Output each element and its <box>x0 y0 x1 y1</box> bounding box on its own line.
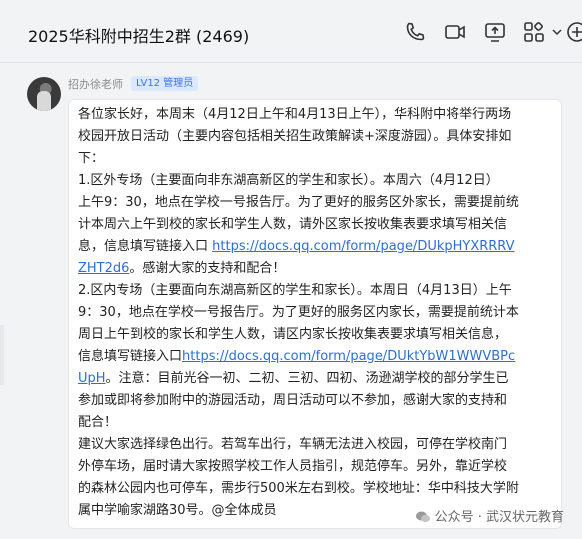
watermark-text: 公众号 · 武汉状元教育 <box>434 509 564 525</box>
chat-title: 2025华科附中招生2群 (2469) <box>28 27 250 46</box>
message-text-segment: 。注意：目前光谷一初、二初、三初、四初、汤逊湖学校的部分学生已 <box>105 371 509 386</box>
apps-icon[interactable] <box>522 20 546 44</box>
message-line: 的森林公园内也可停车，需步行500米左右到校。学校地址：华中科技大学附 <box>78 478 551 500</box>
message-line: 上午9：30，地点在学校一号报告厅。为了更好的服务区外家长，需要提前统 <box>78 192 551 214</box>
message-line: 信息填写链接入口https://docs.qq.com/form/page/DU… <box>78 346 551 368</box>
message-text-segment: 计本周六上午到校的家长和学生人数，请外区家长按收集表要求填写相关信 <box>78 217 508 232</box>
message-text-segment: 各位家长好，本周末（4月12日上午和4月13日上午），华科附中将举行两场 <box>78 107 512 122</box>
wechat-icon <box>415 509 431 525</box>
message-text-segment: 建议大家选择绿色出行。若驾车出行，车辆无法进入校园，可停在学校南门 <box>78 437 508 452</box>
message-line: 计本周六上午到校的家长和学生人数，请外区家长按收集表要求填写相关信 <box>78 214 551 236</box>
message-line: 建议大家选择绿色出行。若驾车出行，车辆无法进入校园，可停在学校南门 <box>78 434 551 456</box>
message-text-segment: 上午9：30，地点在学校一号报告厅。为了更好的服务区外家长，需要提前统 <box>78 195 519 210</box>
message-line: UpH。注意：目前光谷一初、二初、三初、四初、汤逊湖学校的部分学生已 <box>78 368 551 390</box>
chat-header: 2025华科附中招生2群 (2469) <box>0 0 582 63</box>
message-text-segment: 属中学喻家湖路30号。@全体成员 <box>78 503 277 518</box>
avatar[interactable] <box>27 77 61 111</box>
message-bubble: 各位家长好，本周末（4月12日上午和4月13日上午），华科附中将举行两场 校园开放… <box>68 99 562 529</box>
form-link[interactable]: ZHT2d6 <box>78 261 129 276</box>
message-text-segment: 下： <box>78 151 105 166</box>
video-icon[interactable] <box>443 20 467 44</box>
role-badge: LV12 管理员 <box>131 76 199 91</box>
message-text-segment: 信息填写链接入口 <box>78 349 183 364</box>
sender-name[interactable]: 招办徐老师 <box>68 76 123 92</box>
form-link[interactable]: UpH <box>78 371 106 386</box>
message-text-segment: 参加或即将参加附中的游园活动，周日活动可以不参加，感谢大家的支持和 <box>78 393 508 408</box>
message-text-segment: 息，信息填写链接入口 <box>78 239 213 254</box>
message-line: 配合！ <box>78 412 551 434</box>
chevron-down-icon[interactable] <box>545 20 562 44</box>
message-text-segment: 周日上午到校的家长和学生人数，请区内家长按收集表要求填写相关信息， <box>78 327 508 342</box>
chat-area: 招办徐老师 LV12 管理员 各位家长好，本周末（4月12日上午和4月13日上午… <box>0 63 582 539</box>
message-line: 9：30，地点在学校一号报告厅。为了更好的服务区内家长，需要提前统计本 <box>78 302 551 324</box>
message-text-segment: 的森林公园内也可停车，需步行500米左右到校。学校地址：华中科技大学附 <box>78 481 519 496</box>
message-text-segment: 1.区外专场（主要面向非东湖高新区的学生和家长）。本周六（4月12日） <box>78 173 499 188</box>
message-text-segment: 2.区内专场（主要面向东湖高新区的学生和家长）。本周日（4月13日）上午 <box>78 283 512 298</box>
message-text-segment: 9：30，地点在学校一号报告厅。为了更好的服务区内家长，需要提前统计本 <box>78 305 519 320</box>
screen-share-icon[interactable] <box>483 20 507 44</box>
message-text-segment: 配合！ <box>78 415 118 430</box>
message-line: 各位家长好，本周末（4月12日上午和4月13日上午），华科附中将举行两场 <box>78 104 551 126</box>
form-link[interactable]: https://docs.qq.com/form/page/DUkpHYXRRR… <box>212 239 514 254</box>
message-text-segment: 。感谢大家的支持和配合！ <box>129 261 286 276</box>
message-line: 外停车场，届时请大家按照学校工作人员指引，规范停车。另外，靠近学校 <box>78 456 551 478</box>
message-text: 各位家长好，本周末（4月12日上午和4月13日上午），华科附中将举行两场 校园开放… <box>78 104 551 522</box>
message-line: ZHT2d6。感谢大家的支持和配合！ <box>78 258 551 280</box>
message-line: 参加或即将参加附中的游园活动，周日活动可以不参加，感谢大家的支持和 <box>78 390 551 412</box>
add-icon[interactable] <box>565 20 582 44</box>
phone-icon[interactable] <box>403 20 427 44</box>
message-line: 周日上午到校的家长和学生人数，请区内家长按收集表要求填写相关信息， <box>78 324 551 346</box>
message-line: 1.区外专场（主要面向非东湖高新区的学生和家长）。本周六（4月12日） <box>78 170 551 192</box>
message-line: 息，信息填写链接入口 https://docs.qq.com/form/page… <box>78 236 551 258</box>
message-line: 下： <box>78 148 551 170</box>
form-link[interactable]: https://docs.qq.com/form/page/DUktYbW1WW… <box>182 349 515 364</box>
message-text-segment: 校园开放日活动（主要内容包括相关招生政策解读+深度游园）。具体安排如 <box>78 129 512 144</box>
message-text-segment: 外停车场，届时请大家按照学校工作人员指引，规范停车。另外，靠近学校 <box>78 459 508 474</box>
message-line: 校园开放日活动（主要内容包括相关招生政策解读+深度游园）。具体安排如 <box>78 126 551 148</box>
watermark: 公众号 · 武汉状元教育 <box>415 506 564 526</box>
message-line: 2.区内专场（主要面向东湖高新区的学生和家长）。本周日（4月13日）上午 <box>78 280 551 302</box>
